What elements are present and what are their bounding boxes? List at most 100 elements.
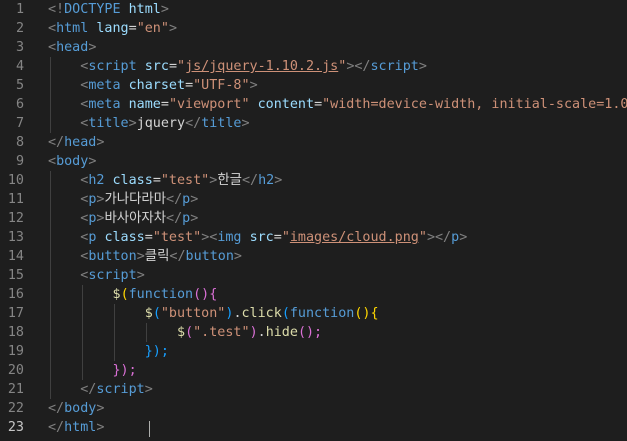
code-token: >: [128, 116, 137, 131]
line-number: 8: [15, 135, 24, 150]
code-line[interactable]: <script src="js/jquery-1.10.2.js"></scri…: [48, 57, 427, 76]
code-token: >: [233, 249, 242, 264]
code-line[interactable]: <button>클릭</button>: [48, 247, 242, 266]
code-token: click: [241, 306, 282, 321]
code-line[interactable]: <html lang="en">: [48, 19, 177, 38]
code-line[interactable]: <body>: [48, 152, 96, 171]
code-token: =: [273, 230, 282, 245]
code-token: </: [169, 249, 186, 264]
code-token: "button": [160, 306, 226, 321]
code-token: src: [249, 230, 274, 245]
code-token: images/cloud.png: [289, 230, 419, 245]
line-number: 20: [7, 363, 24, 378]
code-token: src: [144, 59, 169, 74]
line-number: 22: [7, 401, 24, 416]
code-token: h2: [258, 173, 275, 188]
code-token: script: [96, 382, 145, 397]
code-token: (: [281, 306, 290, 321]
code-token: </: [185, 116, 202, 131]
code-line[interactable]: });: [48, 342, 169, 361]
code-token: "UTF-8": [193, 78, 250, 93]
code-token: >: [88, 40, 97, 55]
code-line[interactable]: <title>jquery</title>: [48, 114, 250, 133]
code-token: });: [144, 344, 169, 359]
code-line[interactable]: <meta charset="UTF-8">: [48, 76, 257, 95]
code-token: ): [249, 325, 258, 340]
code-token: head: [64, 135, 97, 150]
code-token: >: [274, 173, 283, 188]
line-number: 21: [7, 382, 24, 397]
code-token: <: [48, 21, 57, 36]
code-token: >: [160, 2, 169, 17]
code-token: meta: [88, 97, 121, 112]
code-line[interactable]: </html>: [48, 418, 104, 437]
code-token: >: [136, 268, 145, 283]
code-token: ></: [346, 59, 371, 74]
code-token: >: [241, 116, 250, 131]
code-token: function: [289, 306, 355, 321]
code-line[interactable]: $("button").click(function(){: [48, 304, 379, 323]
code-token: p: [451, 230, 460, 245]
code-line[interactable]: <meta name="viewport" content="width=dev…: [48, 95, 627, 114]
code-token: ".test": [193, 325, 250, 340]
line-number: 9: [15, 154, 24, 169]
code-line[interactable]: <p class="test"><img src="images/cloud.p…: [48, 228, 467, 247]
code-line[interactable]: <!DOCTYPE html>: [48, 0, 169, 19]
code-token: lang: [96, 21, 129, 36]
code-token: name: [128, 97, 161, 112]
line-number: 6: [15, 97, 24, 112]
code-editor[interactable]: 1 2 3 4 5 6 7 8 9 10 11 12 13 14 15 16 17 18 19 20 21 22 23 <!…: [0, 0, 627, 441]
code-token: script: [88, 268, 137, 283]
code-token: ": [177, 59, 186, 74]
code-token: >: [96, 401, 105, 416]
code-line[interactable]: $(".test").hide();: [48, 323, 322, 342]
code-token: charset: [128, 78, 186, 93]
code-token: ></: [426, 230, 452, 245]
code-token: html: [64, 420, 97, 435]
line-number: 7: [15, 116, 24, 131]
line-number: 3: [15, 40, 24, 55]
code-token: DOCTYPE: [64, 2, 121, 17]
code-line[interactable]: <p>가나다라마</p>: [48, 190, 198, 209]
code-line[interactable]: $(function(){: [48, 285, 218, 304]
code-token: "test": [160, 173, 210, 188]
code-token: 한글: [217, 173, 242, 188]
line-number: 4: [15, 59, 24, 74]
code-token: title: [88, 116, 129, 131]
code-token: meta: [88, 78, 121, 93]
code-token: $: [112, 287, 121, 302]
code-token: >: [190, 211, 199, 226]
code-token: button: [185, 249, 234, 264]
code-token: >: [144, 382, 153, 397]
code-line[interactable]: <head>: [48, 38, 96, 57]
code-line[interactable]: <h2 class="test">한글</h2>: [48, 171, 282, 190]
code-token: 클릭: [144, 249, 170, 264]
code-token: </: [48, 420, 65, 435]
code-token: <!: [48, 2, 65, 17]
code-line[interactable]: });: [48, 361, 137, 380]
code-token: img: [217, 230, 242, 245]
line-number: 17: [7, 306, 24, 321]
code-token: head: [56, 40, 89, 55]
code-token: </: [166, 211, 183, 226]
line-number-gutter: 1 2 3 4 5 6 7 8 9 10 11 12 13 14 15 16 17 18 19 20 21 22 23: [0, 0, 44, 441]
code-token: html: [128, 2, 161, 17]
code-line[interactable]: </head>: [48, 133, 104, 152]
code-area[interactable]: <!DOCTYPE html> <html lang="en"> <head> <s…: [48, 0, 627, 441]
code-line[interactable]: </script>: [48, 380, 153, 399]
code-token: (){: [354, 306, 379, 321]
code-line[interactable]: </body>: [48, 399, 104, 418]
code-token: (: [185, 325, 194, 340]
code-token: </: [241, 173, 259, 188]
code-line[interactable]: <script>: [48, 266, 145, 285]
code-line[interactable]: <p>바사아자차</p>: [48, 209, 198, 228]
